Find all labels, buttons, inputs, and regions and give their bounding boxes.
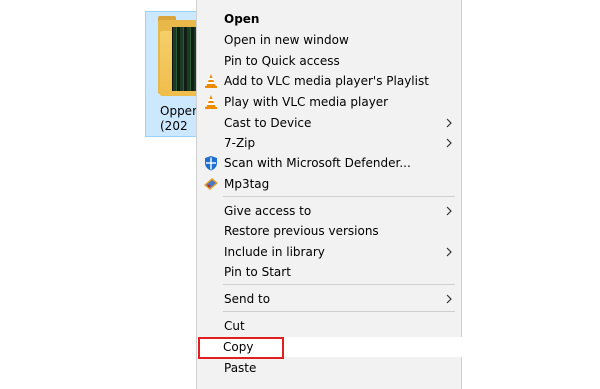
- menu-item-label: Play with VLC media player: [224, 95, 389, 109]
- menu-item-include-library[interactable]: Include in library: [197, 242, 462, 262]
- vlc-cone-icon: [205, 74, 217, 88]
- menu-item-give-access[interactable]: Give access to: [197, 201, 462, 221]
- menu-item-pin-start[interactable]: Pin to Start: [197, 262, 462, 282]
- menu-item-paste[interactable]: Paste: [197, 358, 462, 378]
- chevron-right-icon: [446, 247, 452, 257]
- menu-item-label: Open in new window: [224, 33, 349, 47]
- chevron-right-icon: [446, 138, 452, 148]
- menu-item-label: Restore previous versions: [224, 224, 379, 238]
- chevron-right-icon: [446, 118, 452, 128]
- vlc-cone-icon: [205, 95, 217, 109]
- menu-item-7zip[interactable]: 7-Zip: [197, 133, 462, 153]
- mp3tag-icon: [204, 178, 218, 190]
- menu-separator: [223, 311, 455, 312]
- defender-shield-icon: [205, 156, 217, 171]
- menu-item-vlc-playlist[interactable]: Add to VLC media player's Playlist: [197, 71, 462, 91]
- menu-item-cut[interactable]: Cut: [197, 316, 462, 336]
- menu-item-open-new-window[interactable]: Open in new window: [197, 30, 462, 50]
- menu-item-label: Paste: [224, 361, 257, 375]
- menu-item-label: Open: [224, 12, 260, 26]
- menu-item-cast-to-device[interactable]: Cast to Device: [197, 113, 462, 133]
- menu-item-label: Cut: [224, 319, 245, 333]
- context-menu: Open Open in new window Pin to Quick acc…: [196, 0, 462, 389]
- menu-item-send-to[interactable]: Send to: [197, 289, 462, 309]
- menu-item-label: Pin to Quick access: [224, 54, 340, 68]
- chevron-right-icon: [446, 206, 452, 216]
- menu-separator: [223, 284, 455, 285]
- menu-item-vlc-play[interactable]: Play with VLC media player: [197, 92, 462, 112]
- menu-item-label: Scan with Microsoft Defender...: [224, 156, 411, 170]
- menu-item-pin-quick-access[interactable]: Pin to Quick access: [197, 51, 462, 71]
- menu-item-label: Send to: [224, 292, 271, 306]
- menu-item-restore-versions[interactable]: Restore previous versions: [197, 221, 462, 241]
- menu-item-label: 7-Zip: [224, 136, 256, 150]
- menu-item-label: Pin to Start: [224, 265, 291, 279]
- folder-name-line2: (202: [160, 119, 188, 133]
- menu-item-open[interactable]: Open: [197, 9, 462, 29]
- menu-item-label: Include in library: [224, 245, 325, 259]
- menu-item-label: Add to VLC media player's Playlist: [224, 74, 429, 88]
- menu-item-label: Cast to Device: [224, 116, 312, 130]
- chevron-right-icon: [446, 294, 452, 304]
- menu-item-label: Mp3tag: [224, 177, 270, 191]
- menu-item-mp3tag[interactable]: Mp3tag: [197, 174, 462, 194]
- copy-label-overlay: Copy: [223, 340, 254, 354]
- menu-item-label: Give access to: [224, 204, 312, 218]
- folder-name-line1: Opper: [160, 104, 197, 118]
- menu-separator: [223, 196, 455, 197]
- menu-item-defender-scan[interactable]: Scan with Microsoft Defender...: [197, 153, 462, 173]
